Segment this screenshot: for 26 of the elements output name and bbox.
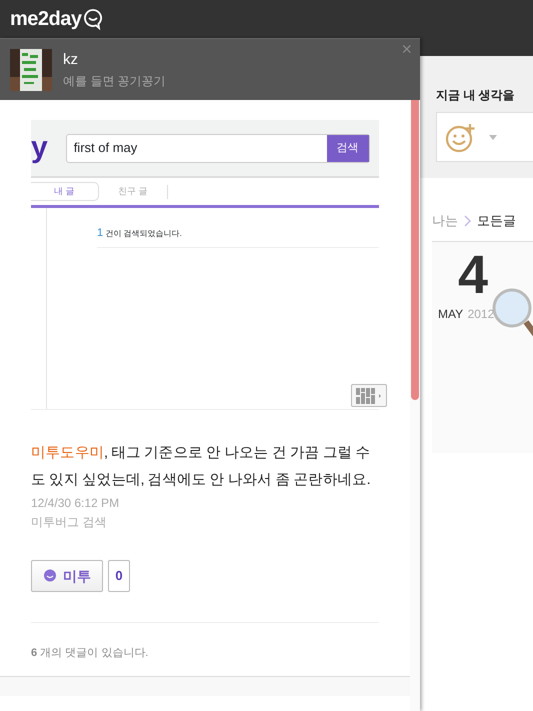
comment-count-text: 6 개의 댓글이 있습니다. — [31, 646, 150, 661]
post-time: 12/4/30 6:12 PM — [31, 494, 120, 512]
user-name[interactable]: kz — [63, 49, 166, 72]
date-day: 4 — [438, 248, 533, 302]
me2-button[interactable]: 미투 — [31, 560, 103, 592]
user-status: 예를 들면 꽁기꽁기 — [63, 72, 166, 90]
result-count-text: 1 건이 검색되었습니다. — [97, 225, 379, 248]
search-field[interactable]: first of may 검색 — [66, 134, 370, 162]
search-button[interactable]: 검색 — [326, 134, 369, 162]
date-month: MAY — [438, 306, 464, 320]
grid-icon — [356, 388, 382, 404]
speech-bubble-icon — [82, 8, 102, 30]
tab[interactable]: 내 글 — [31, 182, 99, 201]
date-year: 2012 — [468, 306, 494, 320]
breadcrumb-link[interactable]: 모든글 — [477, 211, 516, 230]
chevron-icon — [464, 214, 471, 227]
speech-bubble-icon — [43, 569, 57, 583]
post-text: 미투도우미, 태그 기준으로 안 나오는 건 가끔 그럴 수도 있지 싶었는데, 검색에도 안 나와서 좀 곤란하네요. — [31, 444, 372, 490]
breadcrumb-link[interactable]: 나는 — [432, 211, 458, 230]
grid-view-button[interactable] — [351, 384, 387, 407]
caret-icon — [489, 134, 497, 140]
scrollbar-thumb[interactable] — [411, 100, 419, 400]
prompt-label: 지금 내 생각을 — [436, 87, 516, 104]
logo-fragment: y — [31, 133, 48, 163]
me2-count[interactable]: 0 — [108, 560, 130, 592]
logo[interactable]: me2day — [10, 4, 82, 34]
